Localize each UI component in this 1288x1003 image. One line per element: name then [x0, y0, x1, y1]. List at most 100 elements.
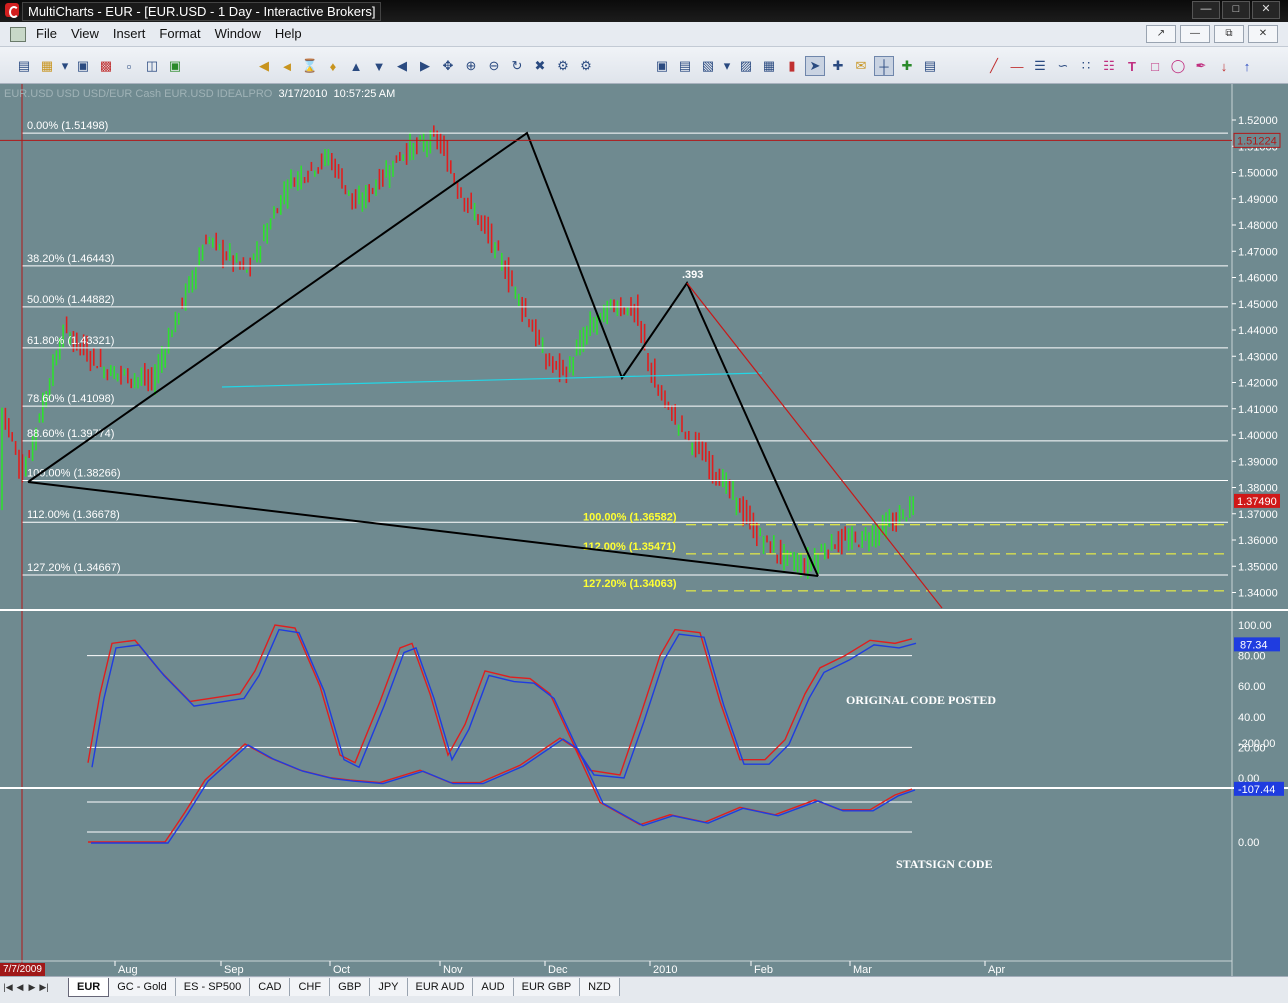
- workspace-tabs: EUR GC - Gold ES - SP500 CAD CHF GBP JPY EUR AU…: [68, 978, 620, 997]
- data-time: 10:57:25 AM: [333, 88, 396, 100]
- scroll-back-icon[interactable]: ◄: [277, 56, 297, 76]
- shrink-icon[interactable]: ✖: [530, 56, 550, 76]
- fib-level-label: 112.00% (1.36678): [27, 509, 120, 521]
- tab-jpy[interactable]: JPY: [370, 978, 408, 996]
- detach-window-button[interactable]: ↗: [1146, 25, 1176, 43]
- price-tick-label: 1.35000: [1238, 561, 1278, 573]
- freehand-icon[interactable]: ✒: [1191, 56, 1211, 76]
- minimize-button[interactable]: —: [1192, 1, 1220, 19]
- window-dropdown-icon[interactable]: ▾: [721, 56, 733, 76]
- bars-icon[interactable]: ▮: [782, 56, 802, 76]
- document-minimize-button[interactable]: —: [1180, 25, 1210, 43]
- refresh-icon[interactable]: ↻: [507, 56, 527, 76]
- arrow-up-marker-icon[interactable]: ↑: [1237, 56, 1257, 76]
- document-restore-button[interactable]: ⧉: [1214, 25, 1244, 43]
- menu-help[interactable]: Help: [275, 26, 312, 41]
- zoom-out-icon[interactable]: ⊖: [484, 56, 504, 76]
- last-tab-icon[interactable]: ▶|: [38, 980, 50, 994]
- prev-bar-icon[interactable]: ◀: [392, 56, 412, 76]
- prev-tab-icon[interactable]: ◀: [14, 980, 26, 994]
- fibonacci-lines-icon[interactable]: ☰: [1030, 56, 1050, 76]
- statsign-code-label: STATSIGN CODE: [896, 857, 993, 871]
- first-tab-icon[interactable]: |◀: [2, 980, 14, 994]
- fib-extension-icon[interactable]: ☷: [1099, 56, 1119, 76]
- tab-gc-gold[interactable]: GC - Gold: [109, 978, 176, 996]
- order-entry-icon[interactable]: ▨: [736, 56, 756, 76]
- crosshair-icon[interactable]: ✚: [828, 56, 848, 76]
- trend-line-icon[interactable]: ╱: [984, 56, 1004, 76]
- horizontal-line-icon[interactable]: —: [1007, 56, 1027, 76]
- text-tool-icon[interactable]: T: [1122, 56, 1142, 76]
- layout-icon[interactable]: ▤: [920, 56, 940, 76]
- tab-es-sp500[interactable]: ES - SP500: [175, 978, 251, 996]
- tab-eur-gbp[interactable]: EUR GBP: [513, 978, 581, 996]
- rectangle-icon[interactable]: □: [1145, 56, 1165, 76]
- stat-tick-label: -200.00: [1238, 738, 1275, 750]
- selection-pointer-icon[interactable]: ➤: [805, 56, 825, 76]
- arc-icon[interactable]: ∽: [1053, 56, 1073, 76]
- annotation-icon[interactable]: ✉: [851, 56, 871, 76]
- save-icon[interactable]: ▣: [73, 56, 93, 76]
- tab-eur[interactable]: EUR: [68, 978, 110, 997]
- arrow-up-icon[interactable]: ▲: [346, 56, 366, 76]
- export-icon[interactable]: ▣: [165, 56, 185, 76]
- fib-level-label: 61.80% (1.43321): [27, 335, 114, 347]
- move-chart-icon[interactable]: ✥: [438, 56, 458, 76]
- tab-chf[interactable]: CHF: [290, 978, 331, 996]
- tab-gbp[interactable]: GBP: [330, 978, 371, 996]
- scroll-first-icon[interactable]: ◀: [254, 56, 274, 76]
- menu-format[interactable]: Format: [159, 26, 210, 41]
- hourglass-icon[interactable]: ⌛: [300, 56, 320, 76]
- current-price-tag: 1.37490: [1237, 496, 1277, 508]
- zoom-fit-icon[interactable]: ♦: [323, 56, 343, 76]
- data-date: 3/17/2010: [278, 88, 328, 100]
- price-chart[interactable]: 0.00% (1.51498) 38.20% (1.46443) 50.00% (1…: [0, 84, 1288, 976]
- ellipse-icon[interactable]: ◯: [1168, 56, 1188, 76]
- arrow-down-marker-icon[interactable]: ↓: [1214, 56, 1234, 76]
- menu-bar: File View Insert Format Window Help ↗ — ⧉ ✕: [0, 22, 1288, 47]
- stoch-value-tag: 87.34: [1240, 639, 1268, 651]
- tab-eur-aud[interactable]: EUR AUD: [407, 978, 474, 996]
- menu-view[interactable]: View: [71, 26, 109, 41]
- document-menu-icon[interactable]: [10, 27, 26, 42]
- next-bar-icon[interactable]: ▶: [415, 56, 435, 76]
- high-price-tag: 1.51224: [1237, 135, 1277, 147]
- stoch-tick-label: 100.00: [1238, 620, 1272, 632]
- next-tab-icon[interactable]: ▶: [26, 980, 38, 994]
- stat-tick-label: 0.00: [1238, 837, 1259, 849]
- scanner-icon[interactable]: ▧: [698, 56, 718, 76]
- workspace-icon[interactable]: ◫: [142, 56, 162, 76]
- price-tick-label: 1.39000: [1238, 456, 1278, 468]
- price-tick-label: 1.44000: [1238, 325, 1278, 337]
- fib-level-label: 78.60% (1.41098): [27, 393, 114, 405]
- toolbar-navigation-group: ◀ ◄ ⌛ ♦ ▲ ▼ ◀ ▶ ✥ ⊕ ⊖ ↻ ✖ ⚙ ⚙: [254, 55, 599, 77]
- grid-icon[interactable]: ▦: [759, 56, 779, 76]
- chart-settings-icon[interactable]: ⚙: [576, 56, 596, 76]
- print-setup-icon[interactable]: ▩: [96, 56, 116, 76]
- time-label-2010: 2010: [653, 964, 677, 976]
- arrow-down-icon[interactable]: ▼: [369, 56, 389, 76]
- new-file-icon[interactable]: ▤: [14, 56, 34, 76]
- drawing-cross-icon[interactable]: ┼: [874, 56, 894, 76]
- tab-aud[interactable]: AUD: [473, 978, 514, 996]
- time-label-aug: Aug: [118, 964, 138, 976]
- tab-cad[interactable]: CAD: [250, 978, 291, 996]
- menu-file[interactable]: File: [36, 26, 67, 41]
- close-button[interactable]: ✕: [1252, 1, 1280, 19]
- settings-icon[interactable]: ⚙: [553, 56, 573, 76]
- fibonacci-fan-icon[interactable]: ∷: [1076, 56, 1096, 76]
- swing-ratio-label: .393: [682, 269, 703, 281]
- document-close-button[interactable]: ✕: [1248, 25, 1278, 43]
- quote-window-icon[interactable]: ▤: [675, 56, 695, 76]
- open-folder-icon[interactable]: ▦: [37, 56, 57, 76]
- properties-icon[interactable]: ▫: [119, 56, 139, 76]
- menu-window[interactable]: Window: [215, 26, 271, 41]
- projection-level-label: 112.00% (1.35471): [583, 541, 676, 553]
- dropdown-icon[interactable]: ▾: [60, 56, 70, 76]
- menu-insert[interactable]: Insert: [113, 26, 156, 41]
- tab-nzd[interactable]: NZD: [580, 978, 620, 996]
- maximize-button[interactable]: □: [1222, 1, 1250, 19]
- chart-window-icon[interactable]: ▣: [652, 56, 672, 76]
- zoom-in-icon[interactable]: ⊕: [461, 56, 481, 76]
- insert-indicator-icon[interactable]: ✚: [897, 56, 917, 76]
